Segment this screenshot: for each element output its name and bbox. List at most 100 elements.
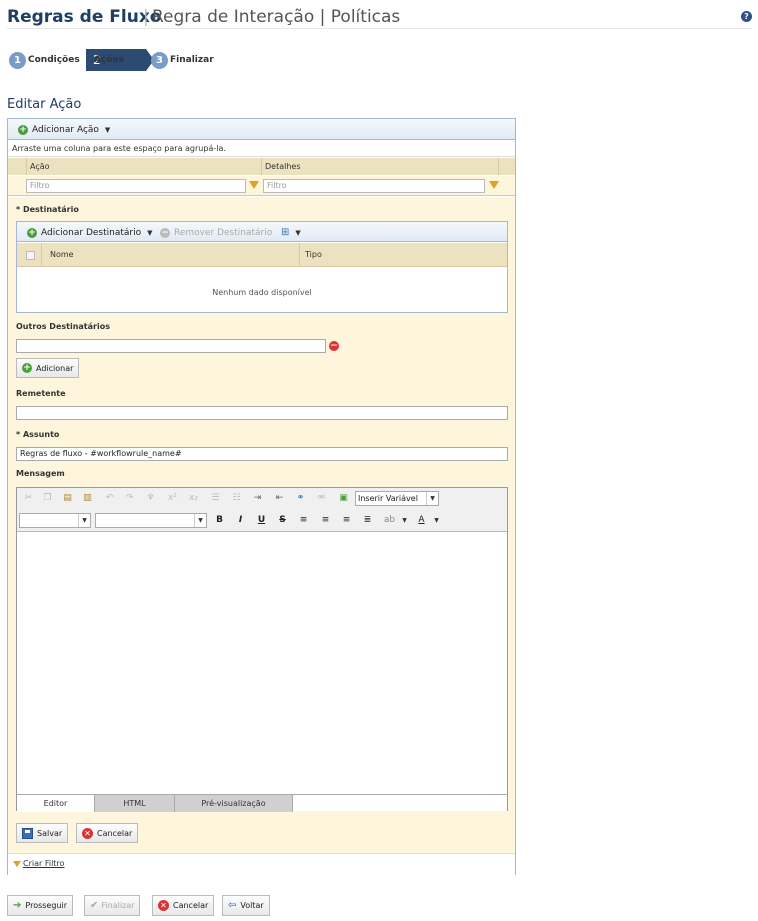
redo-icon[interactable]: ↷ <box>123 492 136 505</box>
align-center-icon[interactable]: ≡ <box>319 514 332 527</box>
chevron-down-icon: ▼ <box>104 125 111 134</box>
create-filter-link[interactable]: Criar Filtro <box>13 859 64 868</box>
justify-icon[interactable]: ≣ <box>361 514 374 527</box>
ordered-list-icon[interactable]: ☰ <box>209 492 222 505</box>
insert-image-icon[interactable]: ▣ <box>337 492 350 505</box>
subject-input[interactable]: Regras de fluxo - #workflowrule_name# <box>16 447 508 461</box>
wizard-cancel-button[interactable]: ✕ Cancelar <box>152 895 215 916</box>
paste-text-icon[interactable]: ▥ <box>81 492 94 505</box>
back-button[interactable]: ⇦ Voltar <box>222 895 270 916</box>
column-header-type[interactable]: Tipo <box>299 243 509 267</box>
chevron-down-icon: ▼ <box>426 492 438 505</box>
undo-icon[interactable]: ↶ <box>103 492 116 505</box>
arrow-right-icon: ➔ <box>13 900 22 911</box>
close-icon: ✕ <box>82 827 93 839</box>
strikethrough-icon[interactable]: S <box>276 514 289 527</box>
column-header-details[interactable]: Detalhes <box>261 158 498 175</box>
cut-icon[interactable]: ✂ <box>22 492 35 505</box>
panel-footer: Criar Filtro <box>8 853 515 875</box>
remove-link-icon[interactable]: ⚮ <box>315 492 328 505</box>
proceed-label: Prosseguir <box>25 901 67 910</box>
page-subtitle: Regra de Interação | Políticas <box>152 7 401 27</box>
chevron-down-icon: ▼ <box>78 514 90 527</box>
finish-button[interactable]: ✔ Finalizar <box>84 895 141 916</box>
details-filter-input[interactable]: Filtro <box>263 179 485 193</box>
recipient-grid-header: Nome Tipo <box>17 243 507 267</box>
finish-label: Finalizar <box>101 901 135 910</box>
select-all-checkbox[interactable] <box>26 251 35 260</box>
paste-icon[interactable]: ▤ <box>61 492 74 505</box>
column-header-action[interactable]: Ação <box>26 158 261 175</box>
proceed-button[interactable]: ➔ Prosseguir <box>7 895 73 916</box>
outdent-icon[interactable]: ⇤ <box>273 492 286 505</box>
columns-button[interactable]: ⊞ ▼ <box>281 226 301 239</box>
tab-html[interactable]: HTML <box>95 795 175 812</box>
action-filter-input[interactable]: Filtro <box>26 179 246 193</box>
group-drop-area[interactable]: Arraste uma coluna para este espaço para… <box>8 141 515 157</box>
underline-icon[interactable]: U <box>255 514 268 527</box>
editor-toolbar: ✂ ❐ ▤ ▥ ↶ ↷ ♆ x² x₂ ☰ ☷ ⇥ ⇤ ⚭ ⚮ ▣ Inseri… <box>17 488 507 532</box>
columns-icon: ⊞ <box>281 227 290 238</box>
align-right-icon[interactable]: ≡ <box>340 514 353 527</box>
chevron-down-icon: ▼ <box>194 514 206 527</box>
italic-icon[interactable]: I <box>234 514 247 527</box>
sender-label: Remetente <box>16 389 66 398</box>
help-icon[interactable]: ? <box>741 11 752 22</box>
add-recipient-label: Adicionar Destinatário <box>41 227 142 238</box>
chevron-down-icon[interactable]: ▼ <box>430 514 443 527</box>
column-header-spacer <box>498 158 517 175</box>
floppy-disk-icon <box>22 827 33 839</box>
filter-icon[interactable] <box>249 181 259 189</box>
column-header-name[interactable]: Nome <box>41 243 299 267</box>
editor-tabs: Editor HTML Pré-visualização <box>17 794 507 812</box>
message-editor: ✂ ❐ ▤ ▥ ↶ ↷ ♆ x² x₂ ☰ ☷ ⇥ ⇤ ⚭ ⚮ ▣ Inseri… <box>16 487 508 812</box>
step-actions[interactable]: 2 Ações <box>86 49 154 71</box>
copy-icon[interactable]: ❐ <box>41 492 54 505</box>
chevron-down-icon[interactable]: ▼ <box>398 514 411 527</box>
step-label: Finalizar <box>170 55 214 65</box>
add-other-recipient-button[interactable]: + Adicionar <box>16 358 80 378</box>
cancel-button[interactable]: ✕ Cancelar <box>76 823 139 843</box>
message-label: Mensagem <box>16 469 65 478</box>
font-family-select[interactable]: ▼ <box>95 513 207 528</box>
insert-variable-dropdown[interactable]: Inserir Variável ▼ <box>355 491 439 506</box>
chevron-down-icon: ▼ <box>295 228 301 237</box>
other-recipients-input[interactable] <box>16 339 326 353</box>
unordered-list-icon[interactable]: ☷ <box>230 492 243 505</box>
step-number: 1 <box>9 51 26 69</box>
superscript-icon[interactable]: x² <box>166 492 179 505</box>
filter-icon <box>13 860 21 867</box>
tab-editor[interactable]: Editor <box>17 795 95 812</box>
remove-recipient-label: Remover Destinatário <box>174 227 273 238</box>
recipient-toolbar: + Adicionar Destinatário ▼ − Remover Des… <box>17 222 507 242</box>
highlight-color-icon[interactable]: ab <box>383 514 396 527</box>
font-color-icon[interactable]: A <box>415 514 428 527</box>
editor-content-area[interactable] <box>17 533 507 793</box>
add-action-button[interactable]: + Adicionar Ação ▼ <box>18 123 110 136</box>
align-left-icon[interactable]: ≡ <box>297 514 310 527</box>
action-toolbar: + Adicionar Ação ▼ <box>8 119 515 140</box>
remove-recipient-button[interactable]: − Remover Destinatário <box>160 226 272 239</box>
format-painter-icon[interactable]: ♆ <box>144 492 157 505</box>
step-conditions[interactable]: 1 Condições <box>9 49 80 71</box>
other-recipients-label: Outros Destinatários <box>16 322 110 331</box>
remove-icon[interactable]: − <box>329 341 339 351</box>
save-button[interactable]: Salvar <box>16 823 69 843</box>
subscript-icon[interactable]: x₂ <box>187 492 200 505</box>
tab-preview[interactable]: Pré-visualização <box>175 795 293 812</box>
insert-link-icon[interactable]: ⚭ <box>294 492 307 505</box>
font-size-select[interactable]: ▼ <box>19 513 91 528</box>
grid-header: Ação Detalhes <box>8 158 515 175</box>
indent-icon[interactable]: ⇥ <box>251 492 264 505</box>
filter-icon[interactable] <box>489 181 499 189</box>
plus-icon: + <box>22 363 32 373</box>
step-finish[interactable]: 3 Finalizar <box>151 49 214 71</box>
section-title: Editar Ação <box>7 97 82 112</box>
minus-icon: − <box>160 227 170 238</box>
bold-icon[interactable]: B <box>213 514 226 527</box>
add-recipient-button[interactable]: + Adicionar Destinatário ▼ <box>27 226 153 239</box>
save-label: Salvar <box>37 828 63 838</box>
chevron-down-icon: ▼ <box>147 228 153 237</box>
add-other-recipient-label: Adicionar <box>36 363 74 373</box>
sender-input[interactable] <box>16 406 508 420</box>
